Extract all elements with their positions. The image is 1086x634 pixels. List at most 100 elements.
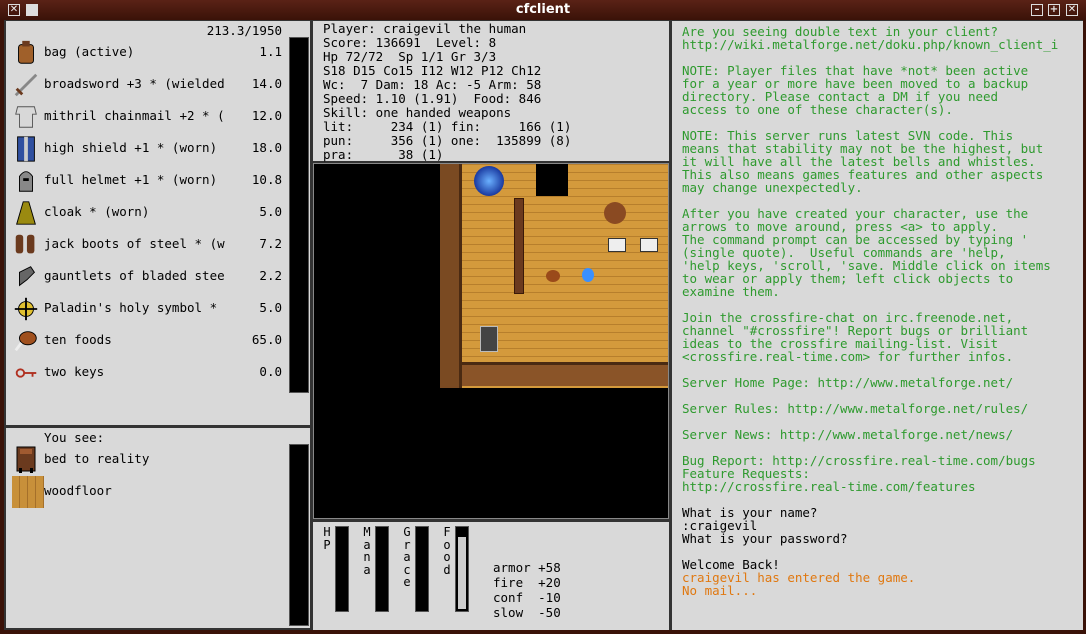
stat-line: S18 D15 Co15 I12 W12 P12 Ch12: [323, 63, 542, 78]
message-line: Server Rules: http://www.metalforge.net/…: [682, 401, 1029, 416]
inventory-item-weight: 18.0: [251, 140, 282, 155]
inventory-scrollbar[interactable]: [289, 37, 309, 393]
message-line: http://wiki.metalforge.net/doku.php/know…: [682, 37, 1059, 52]
minimize-icon[interactable]: –: [1031, 4, 1043, 16]
close-icon[interactable]: ✕: [1066, 4, 1078, 16]
inventory-item-weight: 12.0: [251, 108, 282, 123]
look-item[interactable]: woodfloor: [6, 476, 286, 508]
vitals-panel: HP Mana Grace Food armor +58 fire +20 conf -1…: [313, 522, 669, 630]
inventory-item-name: Paladin's holy symbol *: [44, 300, 218, 315]
inventory-item[interactable]: gauntlets of bladed stee 2.2: [6, 261, 296, 291]
inventory-item[interactable]: jack boots of steel * (w 7.2: [6, 229, 296, 259]
vital-bar: [335, 526, 349, 612]
gauntlets-icon: [19, 266, 36, 287]
inventory-item-name: broadsword +3 * (wielded: [44, 76, 225, 91]
inventory-item-name: full helmet +1 * (worn): [44, 172, 218, 187]
shield-icon: [17, 136, 35, 162]
vital-bar: [455, 526, 469, 612]
inventory-item[interactable]: broadsword +3 * (wielded 14.0: [6, 69, 296, 99]
inventory-item-weight: 5.0: [259, 300, 282, 315]
message-line: <crossfire.real-time.com> for further in…: [682, 349, 1014, 364]
sword-icon: [14, 73, 38, 97]
food-icon: [14, 331, 37, 352]
inventory-item-name: jack boots of steel * (w: [44, 236, 225, 251]
inventory-item-name: bag (active): [44, 44, 135, 59]
inventory-item[interactable]: bag (active) 1.1: [6, 37, 296, 67]
inventory-item[interactable]: high shield +1 * (worn) 18.0: [6, 133, 296, 163]
food-icon: [546, 270, 560, 282]
holy-symbol-icon: [14, 297, 38, 321]
inventory-item[interactable]: two keys 0.0: [6, 357, 296, 387]
vital-bar: [415, 526, 429, 612]
vital-label: HP: [323, 525, 331, 552]
scroll-icon: [640, 238, 658, 252]
inventory-item-weight: 14.0: [251, 76, 282, 91]
resistance-line: fire +20: [493, 575, 561, 590]
stat-line: Wc: 7 Dam: 18 Ac: -5 Arm: 58: [323, 77, 542, 92]
inventory-item-weight: 7.2: [259, 236, 282, 251]
message-line: may change unexpectedly.: [682, 180, 863, 195]
look-header: You see:: [44, 430, 105, 445]
inventory-panel: 213.3/1950 bag (active) 1.1 broadsword +3 …: [6, 21, 310, 425]
chainmail-icon: [15, 106, 37, 128]
message-panel: Are you seeing double text in your clien…: [672, 21, 1083, 630]
inventory-item-name: high shield +1 * (worn): [44, 140, 218, 155]
stat-line: Hp 72/72 Sp 1/1 Gr 3/3: [323, 49, 497, 64]
stat-line: Skill: one handed weapons: [323, 105, 512, 120]
inventory-item-name: cloak * (worn): [44, 204, 150, 219]
scroll-icon: [608, 238, 626, 252]
inventory-item-name: gauntlets of bladed stee: [44, 268, 225, 283]
maximize-icon[interactable]: +: [1048, 4, 1060, 16]
inventory-item-weight: 0.0: [259, 364, 282, 379]
stat-line: Player: craigevil the human: [323, 21, 527, 36]
look-item-label: woodfloor: [44, 483, 112, 498]
message-line: What is your password?: [682, 531, 848, 546]
game-map[interactable]: [313, 163, 669, 519]
inventory-item[interactable]: ten foods 65.0: [6, 325, 296, 355]
stat-line: Score: 136691 Level: 8: [323, 35, 497, 50]
inventory-item-weight: 65.0: [251, 332, 282, 347]
inventory-item[interactable]: cloak * (worn) 5.0: [6, 197, 296, 227]
inventory-item-weight: 10.8: [251, 172, 282, 187]
inventory-item-name: mithril chainmail +2 * (: [44, 108, 225, 123]
vital-bar: [375, 526, 389, 612]
message-line: http://crossfire.real-time.com/features: [682, 479, 976, 494]
look-scrollbar[interactable]: [289, 444, 309, 626]
message-line: No mail...: [682, 583, 758, 598]
resistance-line: conf -10: [493, 590, 561, 605]
stat-line: Speed: 1.10 (1.91) Food: 846: [323, 91, 542, 106]
message-line: Server Home Page: http://www.metalforge.…: [682, 375, 1014, 390]
room-table: [514, 198, 524, 294]
message-line: access to one of these character(s).: [682, 102, 953, 117]
message-line: Server News: http://www.metalforge.net/n…: [682, 427, 1014, 442]
stat-line: pun: 356 (1) one: 135899 (8): [323, 133, 572, 148]
inventory-item[interactable]: full helmet +1 * (worn) 10.8: [6, 165, 296, 195]
stat-line: lit: 234 (1) fin: 166 (1): [323, 119, 572, 134]
resistance-line: slow -50: [493, 605, 561, 620]
room-wall-bottom: [462, 362, 668, 386]
bag-icon: [18, 40, 34, 64]
window-title: cfclient: [515, 2, 571, 17]
cloak-icon: [16, 201, 36, 225]
potion-icon: [582, 268, 594, 282]
look-item[interactable]: bed to reality: [6, 444, 286, 476]
inventory-list: bag (active) 1.1 broadsword +3 * (wielded 1…: [6, 37, 296, 389]
inventory-item[interactable]: Paladin's holy symbol * 5.0: [6, 293, 296, 323]
inventory-item[interactable]: mithril chainmail +2 * ( 12.0: [6, 101, 296, 131]
player-icon: [480, 326, 498, 352]
vital-label: Grace: [403, 525, 411, 589]
look-panel: You see: bed to reality woodfloor: [6, 428, 310, 628]
vital-label: Mana: [363, 525, 371, 577]
message-line: examine them.: [682, 284, 780, 299]
stats-panel: Player: craigevil the human Score: 136691…: [313, 21, 669, 162]
portal-icon: [474, 166, 504, 196]
vital-bar-fill: [458, 537, 466, 609]
resistance-line: armor +58: [493, 560, 561, 575]
room-wall-left: [440, 164, 462, 388]
inventory-weight: 213.3/1950: [206, 23, 282, 38]
bag-icon: [604, 202, 626, 224]
look-item-label: bed to reality: [44, 451, 150, 466]
bed-icon: [16, 446, 36, 473]
boots-icon: [15, 234, 35, 254]
window-titlebar: ✕ cfclient – + ✕: [0, 0, 1086, 20]
